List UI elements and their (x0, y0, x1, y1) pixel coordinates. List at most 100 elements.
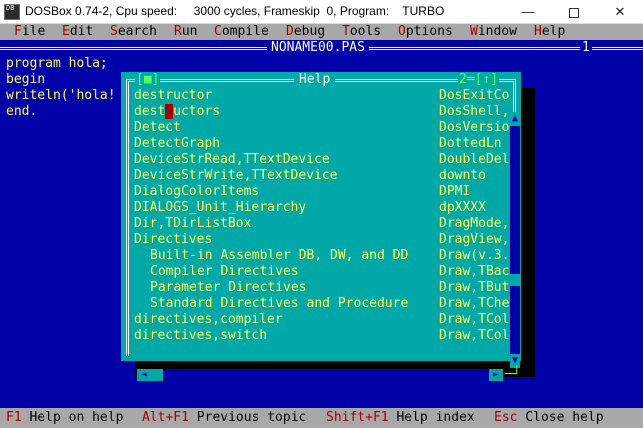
menu-compile[interactable]: Compile (214, 24, 269, 40)
status-help-index[interactable]: Shift+F1 Help index (326, 408, 475, 428)
help-topic-list: destructor destructors Detect DetectGraph De… (134, 88, 514, 344)
menu-options[interactable]: Options (398, 24, 453, 40)
menu-bar: File Edit Search Run Compile Debug Tools… (0, 24, 643, 40)
help-topic-link[interactable]: DosVersio (439, 120, 509, 136)
menu-hotkey: C (214, 24, 222, 39)
editor-title[interactable]: NONAME00.PAS (267, 40, 369, 56)
scroll-left-arrow-icon[interactable]: ◄ (137, 369, 151, 381)
menu-label: ptions (405, 24, 453, 39)
zoom-box-icon: 2═[↑] (459, 72, 499, 87)
status-key: Shift+F1 (326, 410, 389, 425)
status-help-on-help[interactable]: F1 Help on help (6, 408, 123, 428)
help-topic-link[interactable]: destructor (134, 88, 212, 104)
code-line[interactable]: end. (6, 104, 37, 120)
status-key: Alt+F1 (142, 410, 189, 425)
help-title: Help (294, 72, 336, 88)
status-key: F1 (6, 410, 22, 425)
help-topic-link[interactable]: Directives (134, 232, 212, 248)
scroll-right-arrow-icon[interactable]: ► (489, 369, 503, 381)
help-topic-link[interactable]: Draw,TCol (439, 312, 509, 328)
help-topic-link[interactable]: DosShell, (439, 104, 509, 120)
editor-window-number: 1 (580, 40, 592, 56)
status-label: Previous topic (188, 410, 307, 425)
help-topic-link[interactable]: DIALOGS_Unit_Hierarchy (134, 200, 306, 216)
menu-hotkey: F (14, 24, 22, 39)
menu-edit[interactable]: Edit (62, 24, 93, 40)
menu-label: dit (69, 24, 94, 39)
menu-hotkey: E (62, 24, 70, 39)
help-topic-link[interactable]: Draw(v.3. (439, 248, 509, 264)
window-title-bar: DB DOSBox 0.74-2, Cpu speed: 3000 cycles… (0, 0, 643, 24)
help-horizontal-scrollbar[interactable] (137, 369, 503, 381)
menu-help[interactable]: Help (534, 24, 565, 40)
maximize-icon (569, 7, 579, 18)
help-vertical-scrollbar[interactable] (510, 112, 520, 368)
help-topic-link[interactable]: DragMode, (439, 216, 509, 232)
menu-hotkey: R (174, 24, 182, 39)
help-topic-link[interactable]: DragView, (439, 232, 509, 248)
help-topic-link[interactable]: Draw,TCol (439, 328, 509, 344)
help-topic-link[interactable]: dpXXXX (439, 200, 486, 216)
resize-corner-icon[interactable]: ─┘ (505, 368, 521, 382)
menu-hotkey: O (398, 24, 406, 39)
help-topic-link[interactable]: downto (439, 168, 486, 184)
code-line[interactable]: writeln('hola! (6, 88, 116, 104)
horizontal-scroll-thumb[interactable] (151, 369, 163, 381)
help-topic-link[interactable]: Compiler Directives (150, 264, 299, 280)
help-topic-link[interactable]: Standard Directives and Procedure (150, 296, 408, 312)
help-close-box[interactable]: [■] (135, 72, 161, 88)
help-topic-link[interactable]: Detect (134, 120, 181, 136)
menu-window[interactable]: Window (470, 24, 517, 40)
help-topic-link[interactable]: Built-in Assembler DB, DW, and DD (150, 248, 408, 264)
help-topic-link[interactable]: destructors (134, 104, 220, 120)
help-window: [■] Help 2═[↑] destructor destructors Dete… (121, 72, 521, 382)
status-previous-topic[interactable]: Alt+F1 Previous topic (142, 408, 306, 428)
help-topic-link[interactable]: Draw,TBac (439, 264, 509, 280)
menu-tools[interactable]: Tools (342, 24, 381, 40)
menu-debug[interactable]: Debug (286, 24, 325, 40)
help-zoom-box[interactable]: 2═[↑] (458, 72, 500, 88)
help-topic-link[interactable]: Parameter Directives (150, 280, 307, 296)
status-label: Close help (517, 410, 604, 425)
menu-search[interactable]: Search (110, 24, 157, 40)
window-title: DOSBox 0.74-2, Cpu speed: 3000 cycles, F… (25, 4, 445, 18)
code-line[interactable]: program hola; (6, 56, 108, 72)
help-topic-link[interactable]: DeviceStrWrite,TTextDevice (134, 168, 338, 184)
help-topic-link[interactable]: directives,compiler (134, 312, 283, 328)
menu-label: elp (541, 24, 566, 39)
help-topic-link[interactable]: DPMI (439, 184, 470, 200)
menu-file[interactable]: File (14, 24, 45, 40)
help-topic-link[interactable]: DialogColorItems (134, 184, 259, 200)
help-topic-link[interactable]: DeviceStrRead,TTextDevice (134, 152, 330, 168)
status-label: Help on help (21, 410, 124, 425)
status-label: Help index (388, 410, 475, 425)
help-topic-link[interactable]: Draw,TBut (439, 280, 509, 296)
scroll-down-arrow-icon[interactable]: ▼ (510, 354, 520, 368)
maximize-button[interactable] (551, 0, 597, 24)
dos-screen: File Edit Search Run Compile Debug Tools… (0, 24, 643, 428)
help-topic-link[interactable]: DetectGraph (134, 136, 220, 152)
help-topic-link[interactable]: directives,switch (134, 328, 267, 344)
status-bar: F1 Help on help Alt+F1 Previous topic Sh… (0, 408, 643, 428)
help-topic-link[interactable]: DottedLn (439, 136, 502, 152)
scroll-up-arrow-icon[interactable]: ▲ (510, 112, 520, 126)
help-topic-link[interactable]: Draw,TChe (439, 296, 509, 312)
menu-label: ile (21, 24, 46, 39)
help-topic-link[interactable]: DosExitCo (439, 88, 509, 104)
help-topic-link[interactable]: Dir,TDirListBox (134, 216, 251, 232)
code-line[interactable]: begin (6, 72, 45, 88)
menu-run[interactable]: Run (174, 24, 197, 40)
status-key: Esc (494, 410, 518, 425)
menu-label: indow (477, 24, 517, 39)
menu-hotkey: W (470, 24, 478, 39)
menu-label: ebug (293, 24, 326, 39)
dosbox-app-icon: DB (4, 4, 20, 20)
menu-label: earch (117, 24, 157, 39)
status-close-help[interactable]: Esc Close help (494, 408, 604, 428)
menu-hotkey: S (110, 24, 118, 39)
text-cursor: r (165, 104, 174, 119)
minimize-button[interactable]: — (505, 0, 551, 24)
close-button[interactable]: ✕ (597, 0, 643, 24)
vertical-scroll-thumb[interactable] (510, 274, 520, 286)
help-topic-link[interactable]: DoubleDel (439, 152, 509, 168)
